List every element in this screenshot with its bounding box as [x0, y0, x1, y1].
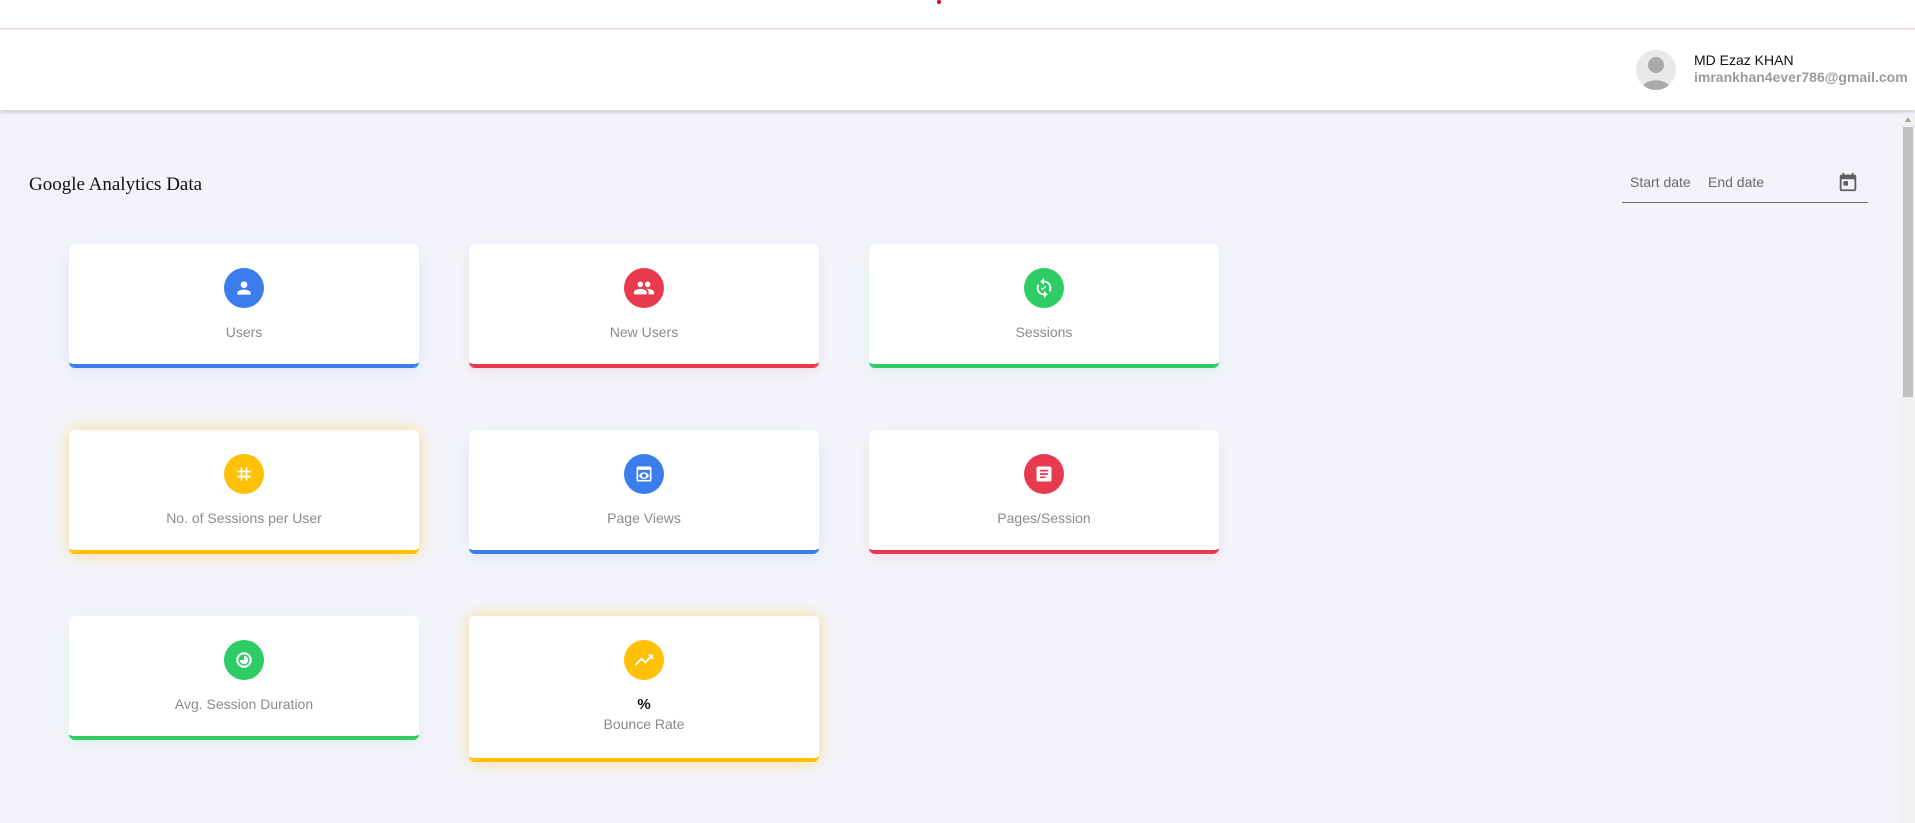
users-card[interactable]: Users	[69, 244, 419, 368]
page-title: Google Analytics Data	[29, 174, 203, 195]
card-label: Avg. Session Duration	[174, 696, 314, 712]
document-icon	[1024, 454, 1064, 494]
calendar-glyph	[1839, 172, 1857, 192]
new-users-card[interactable]: New Users	[469, 244, 819, 368]
card-label: Page Views	[607, 510, 681, 526]
user-email: imrankhan4ever786@gmail.com	[1694, 69, 1908, 85]
page-scrollbar[interactable]	[1901, 115, 1915, 823]
scrollbar-thumb[interactable]	[1903, 127, 1913, 397]
hash-icon	[224, 454, 264, 494]
sync-icon	[1024, 268, 1064, 308]
card-label: New Users	[609, 324, 679, 340]
trending-up-icon	[624, 640, 664, 680]
top-strip	[0, 0, 1915, 29]
card-label: Pages/Session	[997, 510, 1091, 526]
person-icon	[224, 268, 264, 308]
timer-icon	[224, 640, 264, 680]
group-icon	[624, 268, 664, 308]
scroll-up-arrow-icon[interactable]	[1905, 117, 1911, 122]
avg-session-duration-card[interactable]: Avg. Session Duration	[69, 616, 419, 740]
avatar[interactable]	[1636, 50, 1676, 90]
start-date-input[interactable]	[1630, 172, 1700, 192]
calendar-icon[interactable]	[1837, 171, 1859, 193]
card-label: Users	[225, 324, 263, 340]
user-name: MD Ezaz KHAN	[1694, 52, 1794, 68]
preview-icon	[624, 454, 664, 494]
card-label: Bounce Rate	[603, 716, 685, 732]
card-label: Sessions	[1015, 324, 1073, 340]
app-header: MD Ezaz KHAN imrankhan4ever786@gmail.com	[0, 30, 1915, 110]
pages-session-card[interactable]: Pages/Session	[869, 430, 1219, 554]
sessions-per-user-card[interactable]: No. of Sessions per User	[69, 430, 419, 554]
card-value: %	[637, 696, 651, 713]
avatar-person-icon	[1636, 50, 1676, 90]
card-label: No. of Sessions per User	[166, 510, 322, 526]
sessions-card[interactable]: Sessions	[869, 244, 1219, 368]
page-views-card[interactable]: Page Views	[469, 430, 819, 554]
end-date-input[interactable]	[1708, 172, 1778, 192]
loading-dot	[937, 0, 941, 4]
bounce-rate-card[interactable]: % Bounce Rate	[469, 616, 819, 762]
date-range-picker	[1622, 168, 1868, 203]
